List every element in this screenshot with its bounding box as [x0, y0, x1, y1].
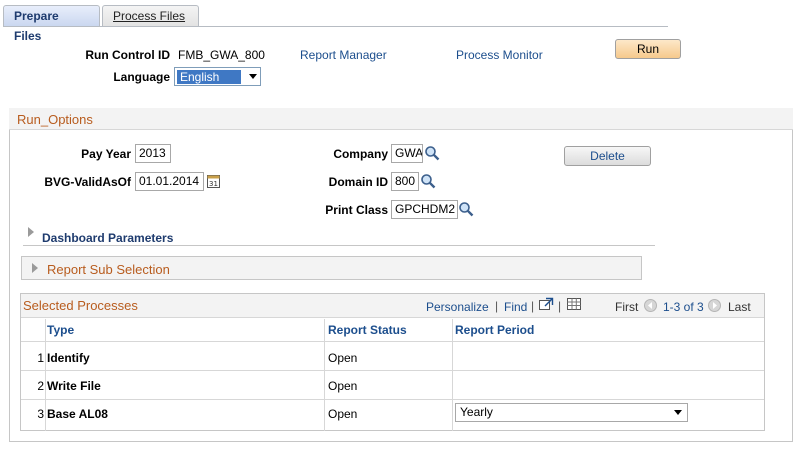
next-row-icon[interactable]: [708, 299, 721, 312]
run-button[interactable]: Run: [615, 39, 681, 59]
column-header-report-status[interactable]: Report Status: [328, 323, 407, 337]
toolbar-separator: |: [531, 299, 535, 313]
report-manager-link[interactable]: Report Manager: [300, 48, 387, 62]
tab-prepare-files[interactable]: Prepare Files: [3, 5, 100, 43]
previous-row-icon[interactable]: [644, 299, 657, 312]
magnifier-icon[interactable]: [420, 173, 436, 189]
row-number: 2: [37, 379, 44, 393]
language-selected-value: English: [177, 70, 241, 84]
report-period-value: Yearly: [460, 405, 493, 419]
svg-text:31: 31: [209, 180, 218, 188]
domain-id-input[interactable]: 800: [391, 172, 419, 191]
company-input[interactable]: GWA: [391, 144, 423, 163]
row-divider: [21, 370, 764, 371]
tab-process-files[interactable]: Process Files: [102, 5, 199, 27]
personalize-link[interactable]: Personalize: [426, 300, 489, 314]
bvg-valid-input[interactable]: 01.01.2014: [135, 172, 204, 191]
tab-underline: [3, 26, 668, 27]
triangle-right-icon[interactable]: [32, 263, 38, 273]
magnifier-icon[interactable]: [458, 201, 474, 217]
report-period-select[interactable]: Yearly: [455, 403, 688, 422]
row-type: Identify: [47, 351, 90, 365]
company-label: Company: [333, 147, 388, 161]
chevron-down-icon: [249, 74, 257, 79]
row-type: Base AL08: [47, 407, 108, 421]
magnifier-icon[interactable]: [424, 145, 440, 161]
dashboard-parameters-toggle[interactable]: Dashboard Parameters: [42, 231, 173, 245]
language-select[interactable]: English: [174, 67, 261, 86]
domain-id-label: Domain ID: [328, 175, 388, 189]
tab-process-files-label: Process Files: [113, 9, 186, 23]
report-sub-selection-toggle[interactable]: Report Sub Selection: [47, 262, 170, 277]
spreadsheet-icon[interactable]: [566, 297, 582, 311]
column-divider: [324, 319, 325, 431]
row-status: Open: [328, 379, 358, 393]
column-divider: [45, 319, 46, 431]
run-options-title: Run_Options: [17, 112, 93, 127]
grid-title: Selected Processes: [23, 298, 138, 313]
delete-button[interactable]: Delete: [564, 146, 651, 166]
chevron-down-icon: [674, 410, 682, 415]
row-number: 3: [37, 407, 44, 421]
new-window-icon[interactable]: [538, 297, 554, 311]
row-status: Open: [328, 407, 358, 421]
toolbar-separator: |: [495, 299, 499, 313]
pay-year-input[interactable]: 2013: [135, 144, 171, 163]
row-range: 1-3 of 3: [663, 300, 704, 314]
dashboard-divider: [23, 245, 655, 246]
row-type: Write File: [47, 379, 101, 393]
print-class-input[interactable]: GPCHDM2: [391, 200, 458, 219]
row-divider: [21, 399, 764, 400]
run-control-value: FMB_GWA_800: [178, 48, 265, 62]
print-class-label: Print Class: [325, 203, 388, 217]
triangle-right-icon[interactable]: [28, 227, 34, 237]
language-label: Language: [113, 70, 170, 84]
find-link[interactable]: Find: [504, 300, 527, 314]
column-header-type[interactable]: Type: [47, 323, 74, 337]
column-divider: [452, 319, 453, 431]
row-status: Open: [328, 351, 358, 365]
toolbar-separator: |: [558, 299, 562, 313]
bvg-valid-label: BVG-ValidAsOf: [44, 175, 131, 189]
run-options-header: [9, 108, 793, 130]
last-label: Last: [728, 300, 751, 314]
run-control-label: Run Control ID: [85, 48, 170, 62]
calendar-icon[interactable]: 31: [207, 174, 220, 188]
process-monitor-link[interactable]: Process Monitor: [456, 48, 543, 62]
pay-year-label: Pay Year: [81, 147, 131, 161]
row-number: 1: [37, 351, 44, 365]
column-header-report-period[interactable]: Report Period: [455, 323, 534, 337]
row-divider: [21, 341, 764, 342]
first-label: First: [615, 300, 639, 314]
